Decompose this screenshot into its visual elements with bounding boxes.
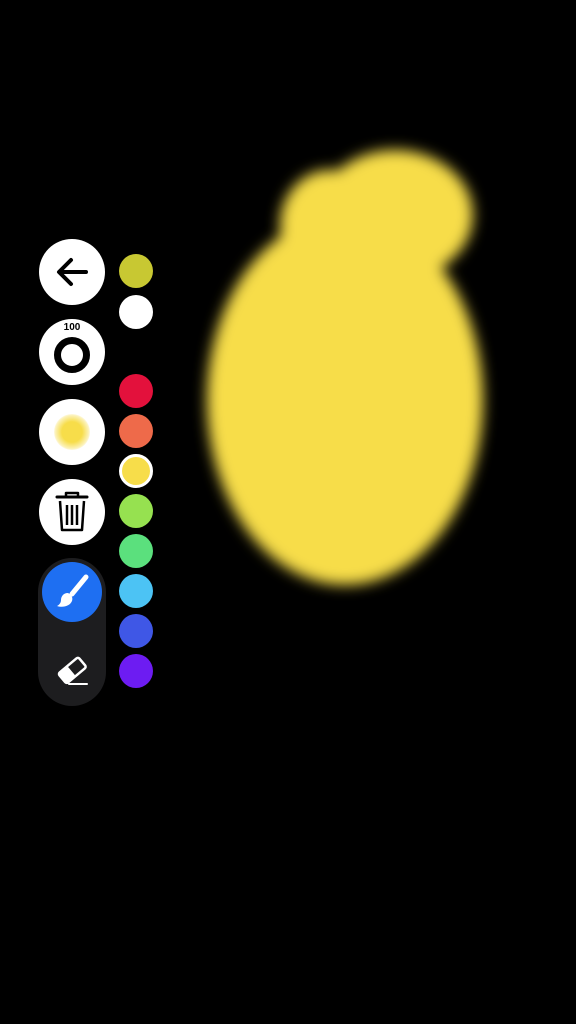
yellow-paint-stroke [207, 150, 483, 585]
brush-size-button[interactable]: 100 [39, 319, 105, 385]
eraser-icon [57, 656, 88, 685]
color-swatch[interactable] [119, 574, 153, 608]
color-swatch[interactable] [119, 654, 153, 688]
eraser-tool-button[interactable] [42, 640, 102, 700]
color-swatch[interactable] [119, 295, 153, 329]
brush-size-ring-icon [54, 337, 90, 373]
soft-dot-icon [54, 414, 90, 450]
brush-softness-button[interactable] [39, 399, 105, 465]
arrow-left-icon [57, 258, 88, 286]
color-swatch[interactable] [119, 454, 153, 488]
color-swatch[interactable] [119, 534, 153, 568]
brush-size-label: 100 [63, 322, 81, 333]
back-button[interactable] [39, 239, 105, 305]
color-swatch[interactable] [119, 374, 153, 408]
tool-selector [38, 558, 106, 706]
brush-tool-button[interactable] [42, 562, 102, 622]
color-swatch[interactable] [119, 414, 153, 448]
clear-canvas-button[interactable] [39, 479, 105, 545]
paintbrush-icon [57, 574, 89, 607]
color-swatch[interactable] [119, 494, 153, 528]
color-swatch[interactable] [119, 614, 153, 648]
trash-icon [55, 491, 89, 532]
color-swatch[interactable] [119, 254, 153, 288]
